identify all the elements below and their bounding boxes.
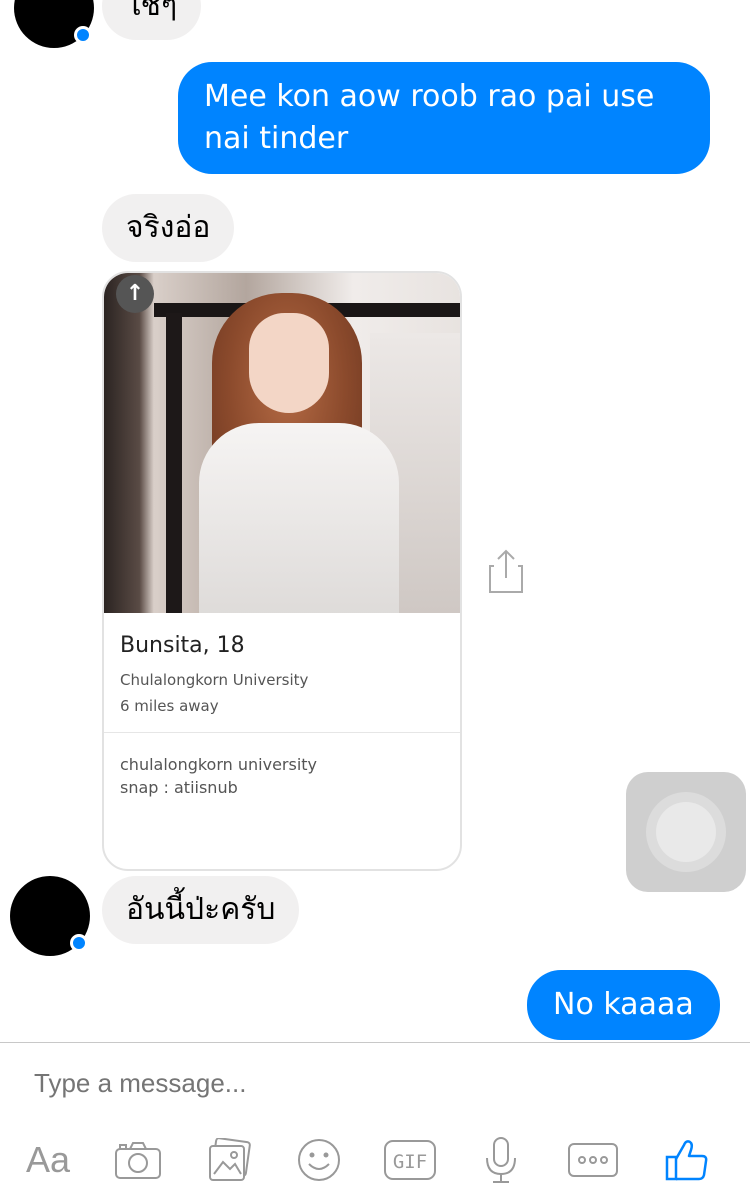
composer-divider [0,1042,750,1043]
incoming-message[interactable]: จริงอ่อ [102,194,235,262]
profile-photo [104,273,460,613]
microphone-icon[interactable] [478,1130,524,1190]
online-status-dot [74,26,92,44]
more-icon[interactable] [566,1130,620,1190]
text-format-button[interactable]: Aa [18,1130,78,1190]
outgoing-message[interactable]: Mee kon aow roob rao pai use nai tinder [178,62,710,174]
share-icon[interactable] [488,548,524,594]
profile-info: Bunsita, 18 Chulalongkorn University 6 m… [104,613,460,733]
assistive-touch-button[interactable] [626,772,746,892]
profile-name: Bunsita, 18 [120,633,245,658]
outgoing-message[interactable]: No kaaaa [527,970,720,1040]
profile-school: Chulalongkorn University [120,671,309,689]
contact-avatar[interactable] [14,0,94,48]
contact-avatar[interactable] [10,876,90,956]
gallery-icon[interactable] [204,1130,254,1190]
camera-icon[interactable] [110,1130,166,1190]
like-icon[interactable] [662,1130,712,1190]
message-input[interactable] [34,1068,714,1099]
gif-icon[interactable]: GIF [382,1130,438,1190]
emoji-icon[interactable] [294,1130,344,1190]
svg-text:GIF: GIF [393,1151,427,1173]
composer-toolbar: Aa GIF [0,1130,750,1190]
profile-distance: 6 miles away [120,697,219,715]
incoming-message[interactable]: ใช่ๆ [102,0,202,40]
profile-bio: chulalongkorn university snap : atiisnub [120,755,318,797]
incoming-message[interactable]: อันนี้ป่ะครับ [102,876,300,944]
shared-profile-card[interactable]: ↑ Bunsita, 18 Chulalongkorn University 6… [102,271,462,871]
online-status-dot [70,934,88,952]
expand-arrow-icon[interactable]: ↑ [116,275,154,313]
